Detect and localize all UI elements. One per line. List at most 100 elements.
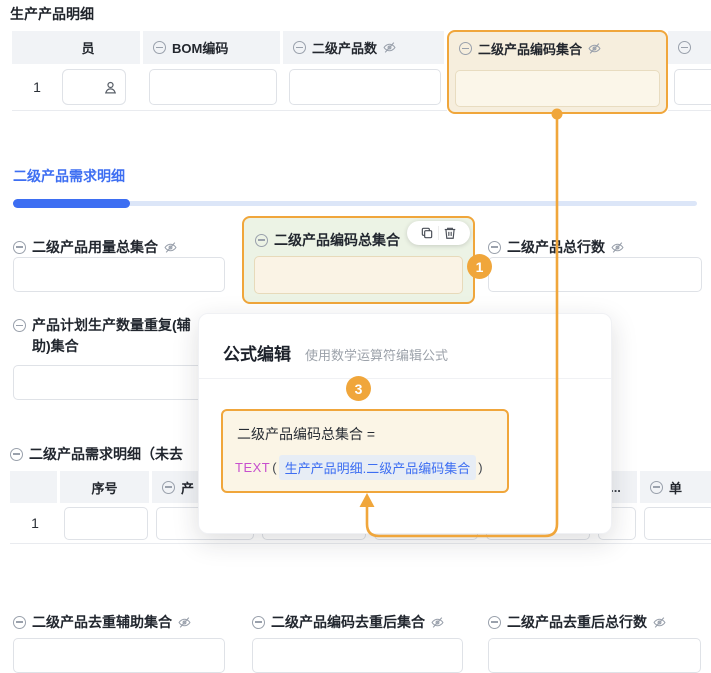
code-deduped-input[interactable] <box>252 638 463 673</box>
column-header-count: 二级产品数 <box>283 31 444 64</box>
formula-expression: TEXT ( 生产产品明细.二级产品编码集合 ) <box>235 455 485 480</box>
deduped-rows-input[interactable] <box>488 638 701 673</box>
code-set-input[interactable] <box>455 70 660 107</box>
eye-off-icon <box>611 241 624 254</box>
copy-button[interactable] <box>416 226 438 240</box>
eye-off-icon <box>178 616 191 629</box>
production-detail-table: 员 1 BOM编码 二级产品数 二级产品编码集合 <box>12 31 711 113</box>
formula-lhs: 二级产品编码总集合 = <box>237 424 375 444</box>
column-header-member: 员 <box>12 31 140 64</box>
eye-off-icon <box>164 241 177 254</box>
column-header-seq: 序号 <box>60 471 149 503</box>
field-label-code-total: 二级产品编码总集合 <box>255 230 400 250</box>
seq-label: 序号 <box>91 478 117 497</box>
plan-repeat-input[interactable] <box>13 365 225 400</box>
tab-progress-active <box>13 199 130 208</box>
lower-table-title-text: 二级产品需求明细（未去 <box>29 444 183 464</box>
link-icon <box>252 616 265 629</box>
copy-icon <box>420 226 434 240</box>
column-member: 员 1 <box>12 31 143 113</box>
column-code-set-label: 二级产品编码集合 <box>478 39 582 58</box>
link-icon <box>293 41 306 54</box>
selected-field-code-total[interactable]: 二级产品编码总集合 <box>242 216 475 304</box>
truncated-input[interactable] <box>674 69 711 105</box>
field-label-dedupe-helper: 二级产品去重辅助集合 <box>13 612 191 632</box>
link-icon <box>488 241 501 254</box>
column-unit: 单 <box>640 471 711 544</box>
eye-off-icon <box>431 616 444 629</box>
open-paren: ( <box>270 460 278 475</box>
eye-off-icon <box>383 41 396 54</box>
popup-subtitle: 使用数学运算符编辑公式 <box>305 345 448 364</box>
field-label-plan-repeat: 产品计划生产数量重复(辅 助)集合 <box>13 315 191 357</box>
dedupe-helper-input[interactable] <box>13 638 225 673</box>
formula-editor-box[interactable]: 二级产品编码总集合 = TEXT ( 生产产品明细.二级产品编码集合 ) <box>221 409 509 493</box>
column-seq: 序号 <box>60 471 152 544</box>
field-label-usage-total: 二级产品用量总集合 <box>13 237 177 257</box>
link-icon <box>13 241 26 254</box>
link-icon <box>162 481 175 494</box>
field-reference-chip[interactable]: 生产产品明细.二级产品编码集合 <box>279 455 477 480</box>
link-icon <box>650 481 663 494</box>
column-rownum: 1 <box>10 471 60 544</box>
field-label-code-deduped: 二级产品编码去重后集合 <box>252 612 444 632</box>
unit-label: 单 <box>669 478 682 497</box>
link-icon <box>153 41 166 54</box>
total-rows-input[interactable] <box>488 257 702 292</box>
seq-input[interactable] <box>64 507 148 540</box>
column-bom-label: BOM编码 <box>172 38 228 57</box>
column-header-blank <box>10 471 57 503</box>
column-bom: BOM编码 <box>143 31 283 113</box>
row-number: 1 <box>10 515 60 531</box>
eye-off-icon <box>588 42 601 55</box>
function-name: TEXT <box>235 460 270 475</box>
member-picker-field[interactable] <box>62 69 126 105</box>
bom-code-input[interactable] <box>149 69 277 105</box>
table-row: 1 <box>12 64 143 111</box>
total-rows-text: 二级产品总行数 <box>507 237 605 257</box>
dedupe-helper-text: 二级产品去重辅助集合 <box>32 612 172 632</box>
person-icon <box>103 80 118 95</box>
link-icon <box>678 41 691 54</box>
column-header-bom: BOM编码 <box>143 31 280 64</box>
code-total-input[interactable] <box>254 256 463 294</box>
top-section-title: 生产产品明细 <box>10 4 94 24</box>
link-icon <box>13 319 26 332</box>
link-icon <box>13 616 26 629</box>
column-count-label: 二级产品数 <box>312 38 377 57</box>
product-label: 产 <box>181 478 194 497</box>
column-count: 二级产品数 <box>283 31 447 113</box>
popup-title: 公式编辑 <box>223 340 291 365</box>
field-toolbar <box>407 221 470 245</box>
formula-edit-popup: 公式编辑 使用数学运算符编辑公式 二级产品编码总集合 = TEXT ( 生产产品… <box>198 313 612 534</box>
field-label-deduped-rows: 二级产品去重后总行数 <box>488 612 666 632</box>
trash-icon <box>443 226 457 240</box>
popup-header: 公式编辑 使用数学运算符编辑公式 <box>223 340 448 365</box>
column-header-truncated <box>668 31 711 64</box>
eye-off-icon <box>653 616 666 629</box>
tab-secondary-demand-detail[interactable]: 二级产品需求明细 <box>13 166 125 186</box>
code-deduped-text: 二级产品编码去重后集合 <box>271 612 425 632</box>
link-icon <box>255 234 268 247</box>
column-member-label: 员 <box>81 38 94 57</box>
usage-total-input[interactable] <box>13 257 225 292</box>
column-header-unit: 单 <box>640 471 711 503</box>
link-icon <box>488 616 501 629</box>
column-code-set-highlighted[interactable]: 二级产品编码集合 <box>447 30 668 114</box>
lower-table-title: 二级产品需求明细（未去 <box>10 444 183 464</box>
usage-total-text: 二级产品用量总集合 <box>32 237 158 257</box>
code-total-text: 二级产品编码总集合 <box>274 230 400 250</box>
delete-button[interactable] <box>439 226 461 240</box>
secondary-count-input[interactable] <box>289 69 441 105</box>
unit-input[interactable] <box>644 507 711 540</box>
close-paren: ) <box>476 460 484 475</box>
field-label-total-rows: 二级产品总行数 <box>488 237 624 257</box>
plan-repeat-line2: 助)集合 <box>32 336 191 357</box>
link-icon <box>10 448 23 461</box>
plan-repeat-line1: 产品计划生产数量重复(辅 <box>32 315 191 336</box>
link-icon <box>459 42 472 55</box>
deduped-rows-text: 二级产品去重后总行数 <box>507 612 647 632</box>
step-badge-1: 1 <box>467 254 492 279</box>
popup-divider <box>199 378 611 379</box>
column-header-code-set: 二级产品编码集合 <box>449 32 666 65</box>
